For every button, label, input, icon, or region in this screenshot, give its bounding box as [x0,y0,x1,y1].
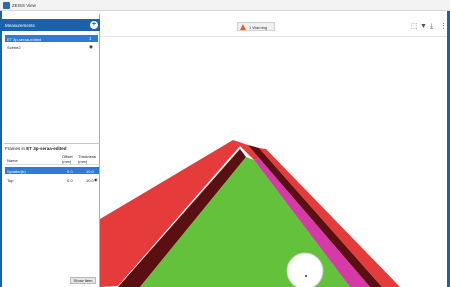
panel-divider [4,143,101,144]
measurement-count: 1 [89,36,92,41]
view-toolbar: 1 Warning ⬚ ▼ ⤓ ⋮ [100,14,447,37]
export-icon[interactable]: ⤓ [430,23,433,30]
window-title: ZEISS View [12,3,36,8]
row-thickness: 10.0 [86,168,94,174]
row-name: Splatter(b) [7,168,26,174]
selection-dot [305,275,307,277]
measurement-label: ET 3p-seraa-edited [7,36,42,42]
table-header: Name Offset (mm) Thickness (mm) [5,154,99,165]
3d-viewport[interactable] [100,36,447,287]
warning-label: 1 Warning [249,24,268,30]
main-view: 1 Warning ⬚ ▼ ⤓ ⋮ [100,14,447,287]
warning-button[interactable]: 1 Warning [237,22,275,31]
detail-title: Frames in ET 3p-seraa-edited [5,146,67,151]
select-icon[interactable]: ⬚ [411,23,418,30]
row-offset: 0.0 [67,177,73,183]
add-measurement-button[interactable]: + [90,21,98,29]
column-header-offset[interactable]: Offset (mm) [62,154,76,164]
column-header-thickness[interactable]: Thickness (mm) [78,154,98,164]
detail-prefix: Frames in [5,146,26,151]
left-panel: Measurements + ET 3p-seraa-edited 1 Scen… [2,14,101,287]
filter-icon[interactable]: ▼ [420,23,427,30]
measurement-label: Scene2 [7,44,21,50]
row-thickness: 10.0 [86,177,94,183]
measurement-item[interactable]: ET 3p-seraa-edited 1 [5,35,98,42]
title-bar: ZEISS View [0,0,450,11]
show-item-button[interactable]: Show Item [70,277,96,284]
detail-name: ET 3p-seraa-edited [26,146,67,151]
table-row[interactable]: Top 0.0 10.0 ◉ [5,176,99,183]
measurements-title: Measurements [5,23,35,28]
overflow-icon[interactable]: ⋮ [440,23,447,30]
selection-marker[interactable] [286,252,324,287]
row-name: Top [7,177,14,183]
row-offset: 0.0 [67,168,73,174]
table-row[interactable]: Splatter(b) 0.0 10.0 [5,167,99,174]
measurement-item[interactable]: Scene2 ◉ [5,43,98,50]
visibility-eye-icon[interactable]: ◉ [94,177,98,182]
visibility-eye-icon[interactable]: ◉ [89,44,93,50]
app-icon [3,2,10,9]
warning-icon [240,24,246,30]
measurements-header: Measurements + [2,19,100,31]
column-header-name[interactable]: Name [7,158,18,163]
